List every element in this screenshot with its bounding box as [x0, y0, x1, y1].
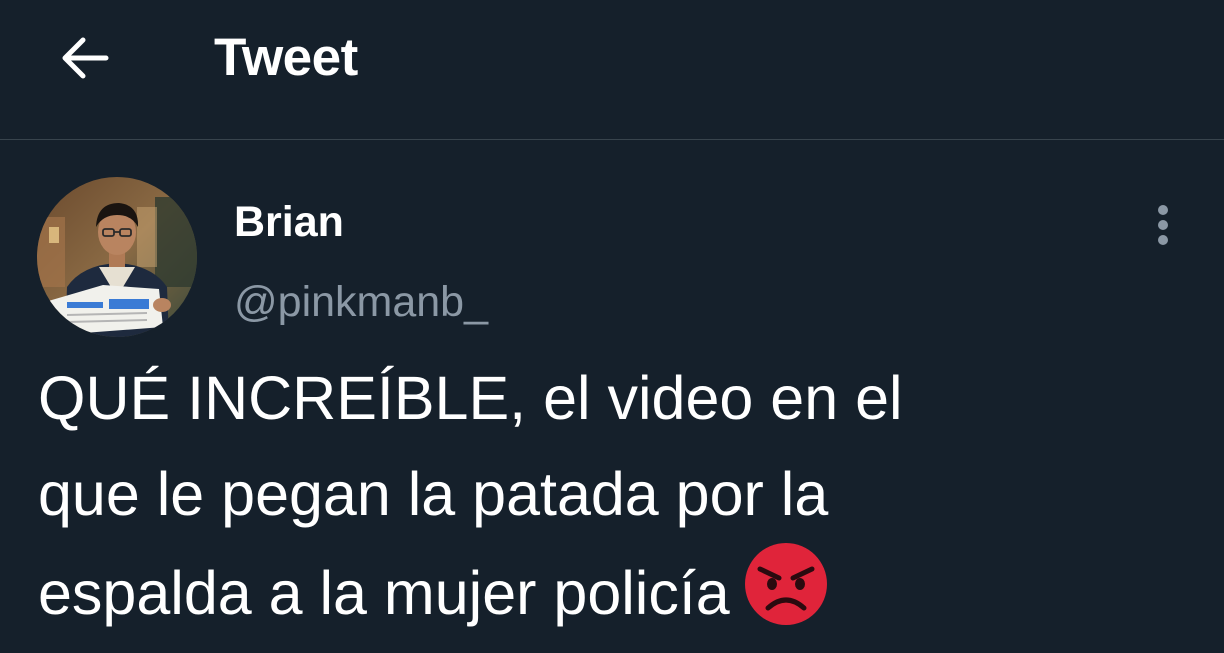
page-title: Tweet: [214, 28, 358, 87]
author-display-name[interactable]: Brian: [234, 196, 344, 248]
angry-face-icon: [744, 542, 828, 653]
tweet-text-line: QUÉ INCREÍBLE, el video en el: [38, 364, 903, 432]
avatar[interactable]: [37, 177, 197, 337]
tweet-text: QUÉ INCREÍBLE, el video en el que le peg…: [38, 350, 1198, 653]
author-handle[interactable]: @pinkmanb_: [234, 276, 488, 328]
tweet-text-line-last: espalda a la mujer policía: [38, 542, 1198, 653]
user-avatar-photo: [37, 177, 197, 337]
top-bar: Tweet: [0, 0, 1224, 140]
back-button[interactable]: [52, 26, 116, 90]
more-vertical-icon: [1158, 205, 1168, 245]
tweet-text-line-content: espalda a la mujer policía: [38, 559, 730, 627]
tweet-text-line: que le pegan la patada por la: [38, 460, 829, 528]
more-options-button[interactable]: [1141, 199, 1185, 251]
arrow-left-icon: [62, 37, 109, 79]
